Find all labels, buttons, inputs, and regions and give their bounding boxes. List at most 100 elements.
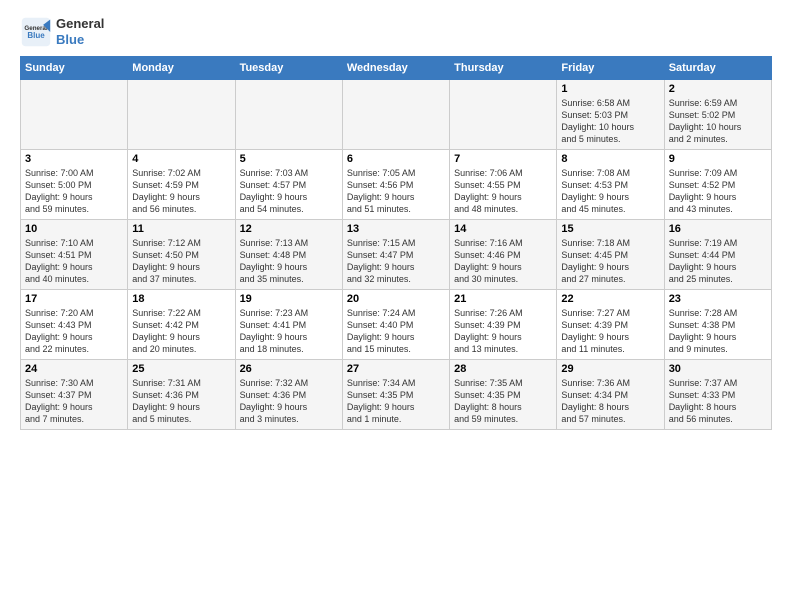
day-number: 7 <box>454 153 552 165</box>
day-info: Sunrise: 7:27 AM Sunset: 4:39 PM Dayligh… <box>561 307 659 356</box>
calendar-cell: 5 Sunrise: 7:03 AM Sunset: 4:57 PM Daylig… <box>235 150 342 220</box>
day-number: 22 <box>561 293 659 305</box>
calendar-cell: 3 Sunrise: 7:00 AM Sunset: 5:00 PM Daylig… <box>21 150 128 220</box>
calendar-cell: 9 Sunrise: 7:09 AM Sunset: 4:52 PM Daylig… <box>664 150 771 220</box>
calendar-cell: 23 Sunrise: 7:28 AM Sunset: 4:38 PM Dayli… <box>664 290 771 360</box>
page: General Blue General Blue SundayMondayTu… <box>0 0 792 612</box>
calendar-header-row: SundayMondayTuesdayWednesdayThursdayFrid… <box>21 57 772 80</box>
calendar-header-wednesday: Wednesday <box>342 57 449 80</box>
day-info: Sunrise: 7:06 AM Sunset: 4:55 PM Dayligh… <box>454 167 552 216</box>
calendar-cell: 20 Sunrise: 7:24 AM Sunset: 4:40 PM Dayli… <box>342 290 449 360</box>
header: General Blue General Blue <box>20 16 772 48</box>
day-info: Sunrise: 7:20 AM Sunset: 4:43 PM Dayligh… <box>25 307 123 356</box>
day-info: Sunrise: 7:02 AM Sunset: 4:59 PM Dayligh… <box>132 167 230 216</box>
day-number: 25 <box>132 363 230 375</box>
calendar-header-thursday: Thursday <box>450 57 557 80</box>
calendar-cell: 15 Sunrise: 7:18 AM Sunset: 4:45 PM Dayli… <box>557 220 664 290</box>
day-info: Sunrise: 7:12 AM Sunset: 4:50 PM Dayligh… <box>132 237 230 286</box>
calendar-header-friday: Friday <box>557 57 664 80</box>
day-info: Sunrise: 7:32 AM Sunset: 4:36 PM Dayligh… <box>240 377 338 426</box>
day-number: 28 <box>454 363 552 375</box>
calendar-cell: 10Sunrise: 7:10 AM Sunset: 4:51 PM Dayli… <box>21 220 128 290</box>
calendar-week-4: 17 Sunrise: 7:20 AM Sunset: 4:43 PM Dayli… <box>21 290 772 360</box>
day-number: 5 <box>240 153 338 165</box>
calendar-cell: 30Sunrise: 7:37 AM Sunset: 4:33 PM Dayli… <box>664 360 771 430</box>
day-info: Sunrise: 7:18 AM Sunset: 4:45 PM Dayligh… <box>561 237 659 286</box>
day-number: 16 <box>669 223 767 235</box>
calendar-cell: 24 Sunrise: 7:30 AM Sunset: 4:37 PM Dayli… <box>21 360 128 430</box>
day-info: Sunrise: 7:13 AM Sunset: 4:48 PM Dayligh… <box>240 237 338 286</box>
calendar-week-5: 24 Sunrise: 7:30 AM Sunset: 4:37 PM Dayli… <box>21 360 772 430</box>
calendar-cell: 7 Sunrise: 7:06 AM Sunset: 4:55 PM Daylig… <box>450 150 557 220</box>
calendar-header-saturday: Saturday <box>664 57 771 80</box>
day-info: Sunrise: 7:28 AM Sunset: 4:38 PM Dayligh… <box>669 307 767 356</box>
day-info: Sunrise: 7:30 AM Sunset: 4:37 PM Dayligh… <box>25 377 123 426</box>
calendar-cell: 13 Sunrise: 7:15 AM Sunset: 4:47 PM Dayli… <box>342 220 449 290</box>
day-info: Sunrise: 7:19 AM Sunset: 4:44 PM Dayligh… <box>669 237 767 286</box>
calendar-cell: 18 Sunrise: 7:22 AM Sunset: 4:42 PM Dayli… <box>128 290 235 360</box>
day-info: Sunrise: 7:09 AM Sunset: 4:52 PM Dayligh… <box>669 167 767 216</box>
day-info: Sunrise: 7:34 AM Sunset: 4:35 PM Dayligh… <box>347 377 445 426</box>
day-number: 11 <box>132 223 230 235</box>
calendar-header-monday: Monday <box>128 57 235 80</box>
svg-text:Blue: Blue <box>27 31 45 40</box>
day-number: 29 <box>561 363 659 375</box>
calendar-cell: 1 Sunrise: 6:58 AM Sunset: 5:03 PM Daylig… <box>557 80 664 150</box>
calendar-week-1: 1 Sunrise: 6:58 AM Sunset: 5:03 PM Daylig… <box>21 80 772 150</box>
day-number: 19 <box>240 293 338 305</box>
day-info: Sunrise: 6:58 AM Sunset: 5:03 PM Dayligh… <box>561 97 659 146</box>
day-number: 9 <box>669 153 767 165</box>
calendar-cell: 16 Sunrise: 7:19 AM Sunset: 4:44 PM Dayli… <box>664 220 771 290</box>
day-number: 17 <box>25 293 123 305</box>
calendar: SundayMondayTuesdayWednesdayThursdayFrid… <box>20 56 772 430</box>
calendar-cell: 12Sunrise: 7:13 AM Sunset: 4:48 PM Dayli… <box>235 220 342 290</box>
logo-text: General Blue <box>56 16 104 47</box>
calendar-cell: 28Sunrise: 7:35 AM Sunset: 4:35 PM Dayli… <box>450 360 557 430</box>
day-number: 15 <box>561 223 659 235</box>
day-number: 4 <box>132 153 230 165</box>
day-number: 6 <box>347 153 445 165</box>
day-info: Sunrise: 7:15 AM Sunset: 4:47 PM Dayligh… <box>347 237 445 286</box>
day-info: Sunrise: 7:03 AM Sunset: 4:57 PM Dayligh… <box>240 167 338 216</box>
day-info: Sunrise: 7:16 AM Sunset: 4:46 PM Dayligh… <box>454 237 552 286</box>
day-info: Sunrise: 7:37 AM Sunset: 4:33 PM Dayligh… <box>669 377 767 426</box>
day-info: Sunrise: 7:36 AM Sunset: 4:34 PM Dayligh… <box>561 377 659 426</box>
calendar-cell: 14Sunrise: 7:16 AM Sunset: 4:46 PM Dayli… <box>450 220 557 290</box>
day-number: 1 <box>561 83 659 95</box>
day-number: 20 <box>347 293 445 305</box>
calendar-cell: 22 Sunrise: 7:27 AM Sunset: 4:39 PM Dayli… <box>557 290 664 360</box>
day-number: 8 <box>561 153 659 165</box>
day-info: Sunrise: 7:23 AM Sunset: 4:41 PM Dayligh… <box>240 307 338 356</box>
day-info: Sunrise: 7:31 AM Sunset: 4:36 PM Dayligh… <box>132 377 230 426</box>
day-number: 23 <box>669 293 767 305</box>
calendar-cell: 19 Sunrise: 7:23 AM Sunset: 4:41 PM Dayli… <box>235 290 342 360</box>
calendar-header-tuesday: Tuesday <box>235 57 342 80</box>
calendar-cell: 8 Sunrise: 7:08 AM Sunset: 4:53 PM Daylig… <box>557 150 664 220</box>
calendar-cell: 4 Sunrise: 7:02 AM Sunset: 4:59 PM Daylig… <box>128 150 235 220</box>
calendar-cell: 2Sunrise: 6:59 AM Sunset: 5:02 PM Daylig… <box>664 80 771 150</box>
day-number: 26 <box>240 363 338 375</box>
day-info: Sunrise: 7:22 AM Sunset: 4:42 PM Dayligh… <box>132 307 230 356</box>
day-number: 18 <box>132 293 230 305</box>
day-number: 3 <box>25 153 123 165</box>
calendar-cell <box>21 80 128 150</box>
calendar-cell: 17 Sunrise: 7:20 AM Sunset: 4:43 PM Dayli… <box>21 290 128 360</box>
calendar-cell: 6Sunrise: 7:05 AM Sunset: 4:56 PM Daylig… <box>342 150 449 220</box>
logo: General Blue General Blue <box>20 16 104 48</box>
day-info: Sunrise: 7:08 AM Sunset: 4:53 PM Dayligh… <box>561 167 659 216</box>
calendar-cell: 25 Sunrise: 7:31 AM Sunset: 4:36 PM Dayli… <box>128 360 235 430</box>
calendar-cell: 29 Sunrise: 7:36 AM Sunset: 4:34 PM Dayli… <box>557 360 664 430</box>
calendar-week-2: 3 Sunrise: 7:00 AM Sunset: 5:00 PM Daylig… <box>21 150 772 220</box>
day-number: 27 <box>347 363 445 375</box>
day-number: 24 <box>25 363 123 375</box>
day-number: 10 <box>25 223 123 235</box>
day-info: Sunrise: 7:24 AM Sunset: 4:40 PM Dayligh… <box>347 307 445 356</box>
calendar-week-3: 10Sunrise: 7:10 AM Sunset: 4:51 PM Dayli… <box>21 220 772 290</box>
day-number: 13 <box>347 223 445 235</box>
logo-icon: General Blue <box>20 16 52 48</box>
calendar-cell: 11 Sunrise: 7:12 AM Sunset: 4:50 PM Dayli… <box>128 220 235 290</box>
day-info: Sunrise: 7:00 AM Sunset: 5:00 PM Dayligh… <box>25 167 123 216</box>
calendar-cell <box>450 80 557 150</box>
calendar-cell: 26 Sunrise: 7:32 AM Sunset: 4:36 PM Dayli… <box>235 360 342 430</box>
calendar-header-sunday: Sunday <box>21 57 128 80</box>
